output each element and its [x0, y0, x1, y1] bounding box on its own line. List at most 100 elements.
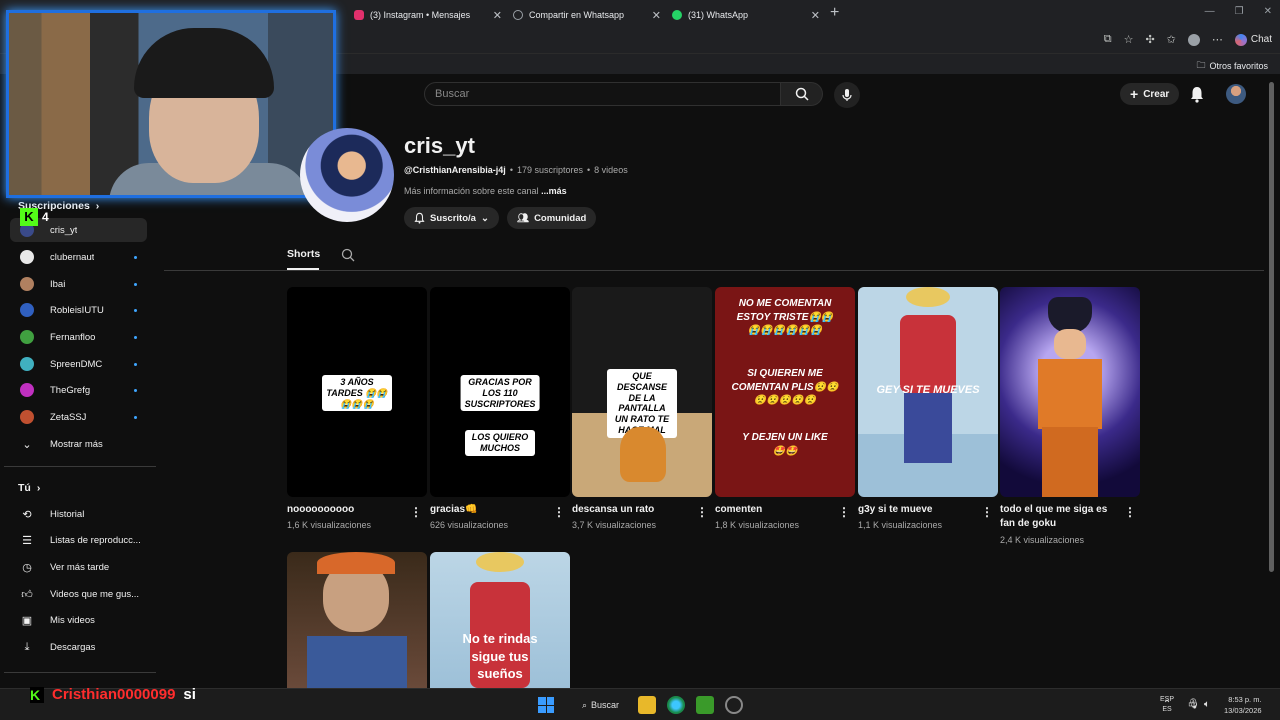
- chat-button[interactable]: Chat: [1234, 33, 1272, 46]
- short-title[interactable]: gracias👊: [430, 503, 550, 517]
- favorites-icon[interactable]: ✩: [1167, 33, 1176, 46]
- short-title[interactable]: noooooooooo: [287, 503, 407, 517]
- maximize-icon[interactable]: ❐: [1235, 6, 1244, 17]
- new-content-dot: [134, 388, 137, 392]
- scrollbar-thumb[interactable]: [1269, 82, 1274, 572]
- tab-whatsapp[interactable]: (31) WhatsApp ✕: [664, 4, 822, 26]
- network-icon[interactable]: ▭: [1188, 699, 1197, 710]
- avatar[interactable]: [1226, 84, 1246, 104]
- window-close-icon[interactable]: ✕: [1264, 6, 1272, 17]
- other-favorites[interactable]: 🗀 Otros favoritos: [1196, 58, 1268, 74]
- my-videos-icon: ▣: [21, 614, 33, 627]
- short-caption: NO ME COMENTAN ESTOY TRISTE😭😭 😭😭😭😭😭😭: [715, 297, 855, 338]
- short-thumbnail[interactable]: QUE DESCANSE DE LA PANTALLA UN RATO TE H…: [572, 287, 712, 497]
- short-caption: 3 AÑOS TARDES 😭😭 😭😭😭: [322, 375, 392, 412]
- more-icon[interactable]: ⋯: [1212, 33, 1223, 46]
- community-button[interactable]: 👥︎ Comunidad: [507, 207, 597, 229]
- new-tab-button[interactable]: +: [830, 4, 839, 22]
- more-link[interactable]: ...más: [541, 186, 567, 196]
- sidebar-item-label: Fernanfloo: [50, 331, 96, 343]
- notifications-button[interactable]: [1189, 85, 1205, 108]
- taskbar-search[interactable]: ⌕ Buscar: [574, 695, 627, 715]
- short-title[interactable]: comenten: [715, 503, 835, 517]
- caption-line: 3 AÑOS TARDES 😭😭: [326, 377, 388, 398]
- short-thumbnail[interactable]: No te rindas sigue tus sueños: [430, 552, 570, 688]
- short-views: 2,4 K visualizaciones: [1000, 535, 1085, 545]
- create-button[interactable]: + Crear: [1120, 83, 1180, 105]
- short-title[interactable]: todo el que me siga es fan de goku: [1000, 503, 1120, 531]
- sidebar-item-fernanfloo[interactable]: Fernanfloo: [10, 325, 147, 349]
- file-explorer-icon[interactable]: [638, 696, 656, 714]
- profile-icon[interactable]: [1187, 33, 1200, 46]
- star-icon[interactable]: ☆: [1124, 33, 1134, 46]
- sidebar-item-history[interactable]: ⟲ Historial: [10, 502, 147, 526]
- tab-instagram[interactable]: (3) Instagram • Mensajes ✕: [346, 4, 504, 26]
- sidebar-item-robleisiutu[interactable]: RobleisIUTU: [10, 298, 147, 322]
- bell-icon: [414, 212, 425, 224]
- search-icon: [341, 248, 355, 262]
- minimize-icon[interactable]: —: [1205, 6, 1215, 17]
- more-vert-icon[interactable]: ⋮: [696, 505, 708, 519]
- you-heading[interactable]: Tú ›: [18, 482, 40, 494]
- short-title[interactable]: descansa un rato: [572, 503, 692, 517]
- short-thumbnail[interactable]: NO ME COMENTAN ESTOY TRISTE😭😭 😭😭😭😭😭😭 SI …: [715, 287, 855, 497]
- sidebar-item-liked-videos[interactable]: 👍︎ Videos que me gus...: [10, 582, 147, 606]
- more-vert-icon[interactable]: ⋮: [1124, 505, 1136, 519]
- subscribed-button[interactable]: Suscrito/a ⌄: [404, 207, 499, 229]
- short-thumbnail[interactable]: [287, 552, 427, 688]
- sidebar-item-watch-later[interactable]: ◷ Ver más tarde: [10, 555, 147, 579]
- edge-icon[interactable]: [667, 696, 685, 714]
- sidebar-item-zetassj[interactable]: ZetaSSJ: [10, 405, 147, 429]
- volume-icon[interactable]: 🔈︎: [1204, 699, 1210, 710]
- search-input[interactable]: Buscar: [424, 82, 781, 106]
- sidebar-item-downloads[interactable]: ⤓ Descargas: [10, 635, 147, 659]
- minecraft-icon[interactable]: [696, 696, 714, 714]
- voice-search-button[interactable]: [834, 82, 860, 108]
- more-vert-icon[interactable]: ⋮: [410, 505, 422, 519]
- webcam-overlay: [6, 10, 336, 198]
- caption-line: sueños: [477, 666, 523, 682]
- sidebar-item-playlists[interactable]: ☰ Listas de reproducc...: [10, 528, 147, 552]
- webcam-hair: [134, 28, 274, 98]
- sidebar-item-label: Ver más tarde: [50, 561, 110, 573]
- sidebar-item-spreendmc[interactable]: SpreenDMC: [10, 352, 147, 376]
- close-icon[interactable]: ✕: [652, 9, 661, 22]
- short-caption: No te rindas sigue tus sueños: [430, 630, 570, 683]
- sidebar-item-my-videos[interactable]: ▣ Mis videos: [10, 608, 147, 632]
- tab-label: Compartir en Whatsapp: [529, 10, 625, 20]
- short-views: 1,1 K visualizaciones: [858, 520, 943, 530]
- short-thumbnail[interactable]: [1000, 287, 1140, 497]
- short-thumbnail[interactable]: 3 AÑOS TARDES 😭😭 😭😭😭: [287, 287, 427, 497]
- kick-viewers-badge: K 4: [20, 208, 49, 226]
- close-icon[interactable]: ✕: [493, 9, 502, 22]
- extensions-icon[interactable]: ✣: [1145, 33, 1154, 46]
- sidebar-item-clubernaut[interactable]: clubernaut: [10, 245, 147, 269]
- translate-icon[interactable]: ⧉: [1104, 33, 1112, 46]
- more-vert-icon[interactable]: ⋮: [981, 505, 993, 519]
- sidebar-item-ibai[interactable]: Ibai: [10, 272, 147, 296]
- chat-text: si: [183, 686, 196, 703]
- show-more-button[interactable]: ⌄ Mostrar más: [10, 432, 147, 456]
- caption-line: PANTALLA UN RATO TE: [614, 403, 670, 425]
- search-button[interactable]: [781, 82, 823, 106]
- channel-search-button[interactable]: [341, 248, 355, 267]
- language-indicator[interactable]: ESP ES: [1160, 695, 1174, 715]
- short-title[interactable]: g3y si te mueve: [858, 503, 978, 517]
- short-caption: Y DEJEN UN LIKE 🤩🤩: [715, 431, 855, 458]
- whatsapp-icon: [672, 10, 682, 20]
- tab-shorts[interactable]: Shorts: [287, 248, 320, 260]
- sidebar-item-thegrefg[interactable]: TheGrefg: [10, 378, 147, 402]
- clock[interactable]: 8:53 p. m. 13/03/2026: [1224, 694, 1262, 717]
- short-thumbnail[interactable]: GEY SI TE MUEVES: [858, 287, 998, 497]
- new-content-dot: [134, 335, 137, 339]
- tab-compartir-whatsapp[interactable]: Compartir en Whatsapp ✕: [505, 4, 663, 26]
- close-icon[interactable]: ✕: [811, 9, 820, 22]
- chevron-right-icon: ›: [36, 482, 41, 494]
- sidebar-item-label: Ibai: [50, 278, 66, 290]
- app-icon[interactable]: [725, 696, 743, 714]
- short-thumbnail[interactable]: GRACIAS POR LOS 110 SUSCRIPTORES LOS QUI…: [430, 287, 570, 497]
- more-vert-icon[interactable]: ⋮: [553, 505, 565, 519]
- channel-description[interactable]: Más información sobre este canal ...más: [404, 186, 567, 196]
- windows-start-icon[interactable]: [538, 697, 554, 713]
- more-vert-icon[interactable]: ⋮: [838, 505, 850, 519]
